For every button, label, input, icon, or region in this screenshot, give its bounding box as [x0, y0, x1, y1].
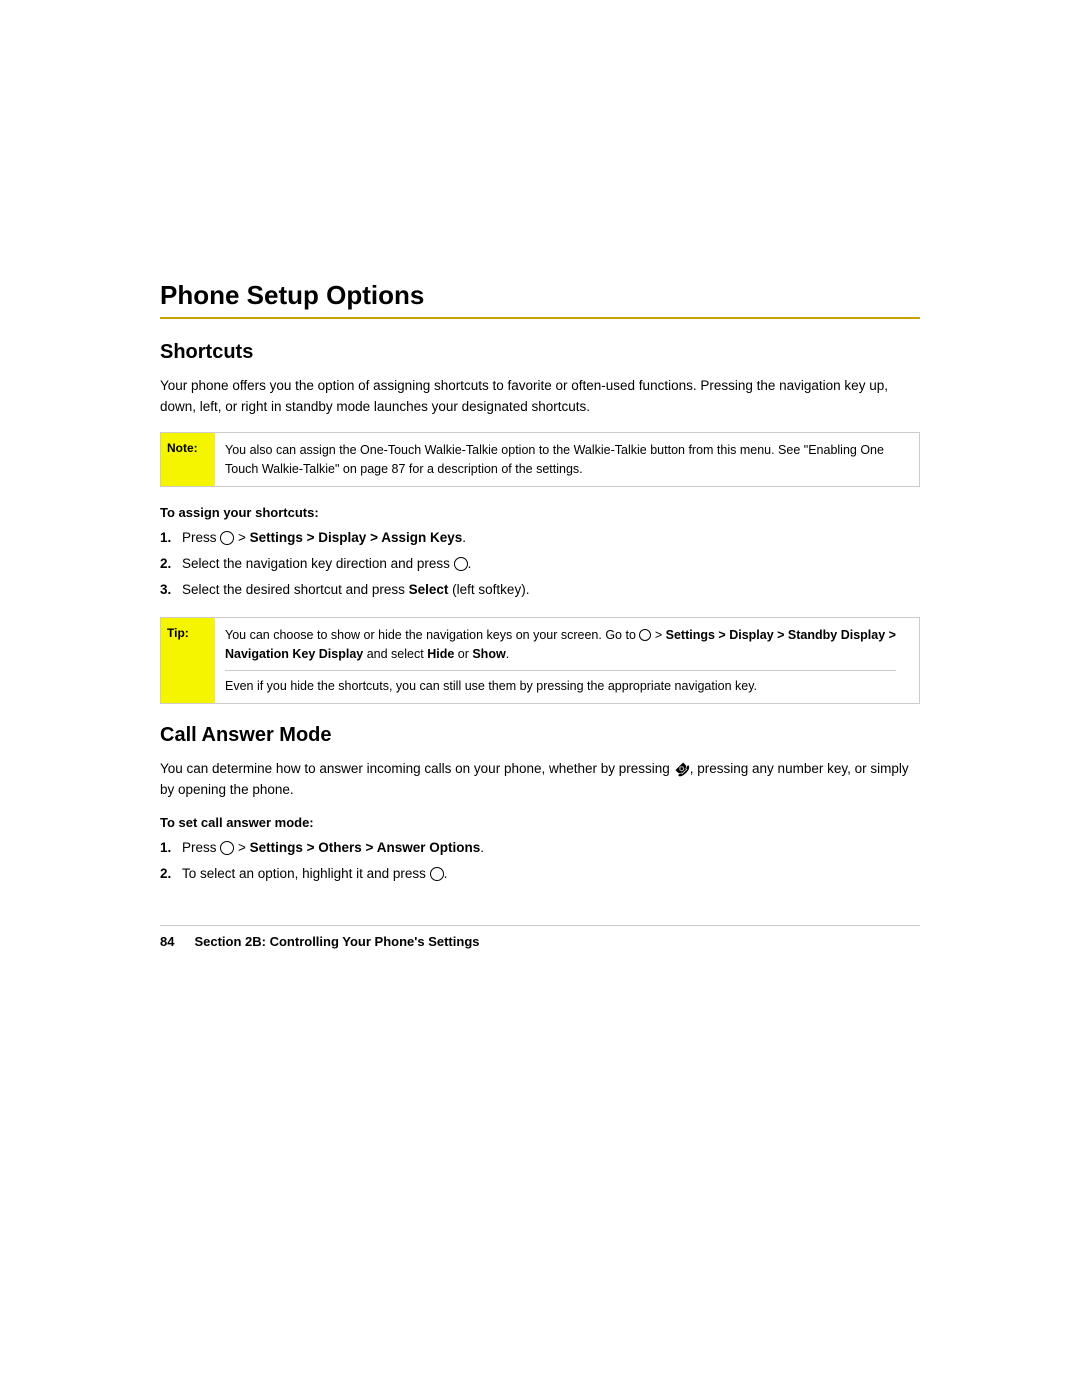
- call-answer-heading: Call Answer Mode: [160, 724, 920, 747]
- page: Phone Setup Options Shortcuts Your phone…: [0, 0, 1080, 1397]
- nav-icon-1: [220, 531, 234, 545]
- nav-icon-2: [454, 557, 468, 571]
- assign-shortcuts-label: To assign your shortcuts:: [160, 505, 920, 520]
- call-answer-section: Call Answer Mode You can determine how t…: [160, 724, 920, 885]
- page-footer: 84 Section 2B: Controlling Your Phone's …: [160, 925, 920, 949]
- note-label: Note:: [161, 433, 215, 487]
- nav-icon-call-2: [430, 867, 444, 881]
- step-1: 1. Press > Settings > Display > Assign K…: [160, 528, 920, 549]
- tip-label: Tip:: [161, 618, 215, 703]
- tip-divider: [225, 670, 896, 671]
- note-content: You also can assign the One-Touch Walkie…: [215, 433, 919, 487]
- footer-section-text: Section 2B: Controlling Your Phone's Set…: [194, 934, 479, 949]
- step-3: 3. Select the desired shortcut and press…: [160, 580, 920, 601]
- phone-icon: ☎: [669, 757, 695, 783]
- shortcuts-tip-box: Tip: You can choose to show or hide the …: [160, 617, 920, 704]
- tip-line2: Even if you hide the shortcuts, you can …: [225, 677, 896, 696]
- call-answer-body: You can determine how to answer incoming…: [160, 759, 920, 801]
- step-2: 2. Select the navigation key direction a…: [160, 554, 920, 575]
- tip-line1: You can choose to show or hide the navig…: [225, 626, 896, 664]
- shortcuts-steps: 1. Press > Settings > Display > Assign K…: [160, 528, 920, 601]
- shortcuts-heading: Shortcuts: [160, 341, 920, 364]
- shortcuts-section: Shortcuts Your phone offers you the opti…: [160, 341, 920, 704]
- call-step-1: 1. Press > Settings > Others > Answer Op…: [160, 838, 920, 859]
- shortcuts-body: Your phone offers you the option of assi…: [160, 376, 920, 418]
- page-number: 84: [160, 934, 174, 949]
- call-step-2: 2. To select an option, highlight it and…: [160, 864, 920, 885]
- call-answer-label: To set call answer mode:: [160, 815, 920, 830]
- call-answer-steps: 1. Press > Settings > Others > Answer Op…: [160, 838, 920, 885]
- tip-content: You can choose to show or hide the navig…: [215, 618, 906, 703]
- title-underline: [160, 317, 920, 319]
- nav-icon-tip: [639, 629, 651, 641]
- nav-icon-call-1: [220, 841, 234, 855]
- shortcuts-note-box: Note: You also can assign the One-Touch …: [160, 432, 920, 488]
- page-title: Phone Setup Options: [160, 280, 920, 311]
